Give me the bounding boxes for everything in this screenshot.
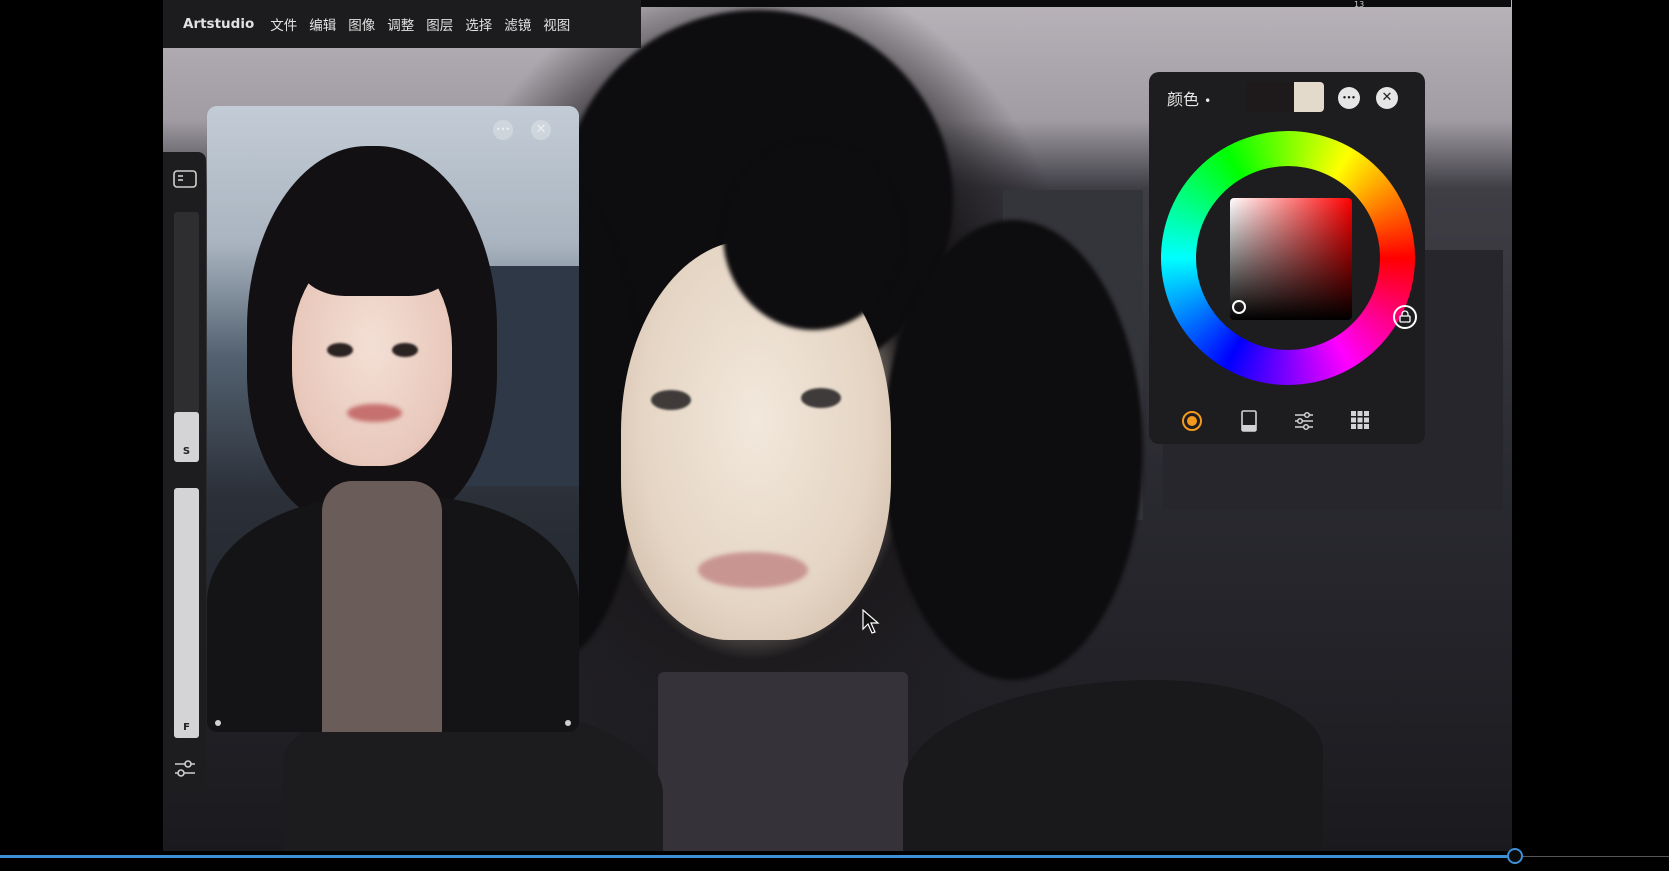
primary-color-swatch[interactable] bbox=[1246, 82, 1294, 112]
color-title-text: 颜色 bbox=[1167, 90, 1200, 109]
brush-flow-slider[interactable]: F bbox=[174, 488, 199, 738]
brush-size-letter: S bbox=[182, 446, 191, 457]
reference-sweater bbox=[322, 481, 442, 732]
painted-lips bbox=[698, 552, 808, 588]
playback-remaining[interactable] bbox=[1515, 856, 1669, 857]
menu-file[interactable]: 文件 bbox=[270, 14, 297, 34]
panel-icon[interactable] bbox=[173, 170, 197, 188]
wheel-icon[interactable] bbox=[1181, 410, 1203, 432]
color-title-dot: • bbox=[1204, 94, 1212, 108]
saturation-value-square[interactable] bbox=[1230, 198, 1352, 320]
sliders-icon[interactable] bbox=[173, 758, 197, 780]
painted-sweater bbox=[658, 672, 908, 857]
menu-bar: Artstudio 文件 编辑 图像 调整 图层 选择 滤镜 视图 bbox=[163, 0, 641, 48]
brush-size-slider[interactable]: S bbox=[174, 212, 199, 462]
color-close-button[interactable]: ✕ bbox=[1376, 87, 1398, 109]
painted-eye bbox=[651, 390, 691, 410]
reference-resize-handle[interactable] bbox=[565, 720, 571, 726]
canvas-top-edge bbox=[641, 0, 1511, 7]
reference-menu-button[interactable]: ••• bbox=[493, 120, 513, 140]
left-toolbar: S F bbox=[163, 152, 206, 794]
painted-jacket bbox=[903, 680, 1323, 857]
color-panel: 颜色 • ••• ✕ bbox=[1149, 72, 1425, 444]
reference-close-button[interactable]: ✕ bbox=[531, 120, 551, 140]
menu-image[interactable]: 图像 bbox=[348, 14, 375, 34]
grid-icon[interactable] bbox=[1349, 410, 1371, 432]
reference-image-panel[interactable]: ••• ✕ bbox=[207, 106, 579, 732]
mouse-pointer-icon bbox=[862, 608, 880, 639]
painted-hair bbox=[883, 220, 1143, 680]
menu-filter[interactable]: 滤镜 bbox=[504, 14, 531, 34]
reference-eye bbox=[392, 343, 418, 357]
painted-eye bbox=[801, 388, 841, 408]
playback-progress[interactable] bbox=[0, 855, 1515, 858]
menu-edit[interactable]: 编辑 bbox=[309, 14, 336, 34]
brush-flow-letter: F bbox=[183, 722, 190, 733]
adjust-sliders-icon[interactable] bbox=[1293, 410, 1315, 432]
menu-layers[interactable]: 图层 bbox=[426, 14, 453, 34]
color-menu-button[interactable]: ••• bbox=[1338, 87, 1360, 109]
app-name[interactable]: Artstudio bbox=[183, 16, 254, 32]
frame-label: 13 bbox=[1354, 0, 1365, 9]
menu-view[interactable]: 视图 bbox=[543, 14, 570, 34]
reference-lips bbox=[347, 404, 402, 422]
secondary-color-swatch[interactable] bbox=[1294, 82, 1324, 112]
reference-bangs bbox=[297, 176, 457, 296]
playback-bar bbox=[0, 851, 1669, 871]
painted-bangs bbox=[723, 140, 903, 330]
brush-flow-fill bbox=[174, 488, 199, 738]
reference-eye bbox=[327, 343, 353, 357]
color-swatch[interactable] bbox=[1246, 82, 1324, 112]
swatches-icon[interactable] bbox=[1238, 410, 1260, 432]
playback-scrubber[interactable] bbox=[1507, 848, 1523, 864]
hue-cursor[interactable] bbox=[1393, 305, 1417, 329]
color-panel-title: 颜色 • bbox=[1167, 86, 1211, 110]
saturation-value-cursor[interactable] bbox=[1232, 300, 1246, 314]
menu-adjust[interactable]: 调整 bbox=[387, 14, 414, 34]
menu-select[interactable]: 选择 bbox=[465, 14, 492, 34]
reference-resize-handle[interactable] bbox=[215, 720, 221, 726]
